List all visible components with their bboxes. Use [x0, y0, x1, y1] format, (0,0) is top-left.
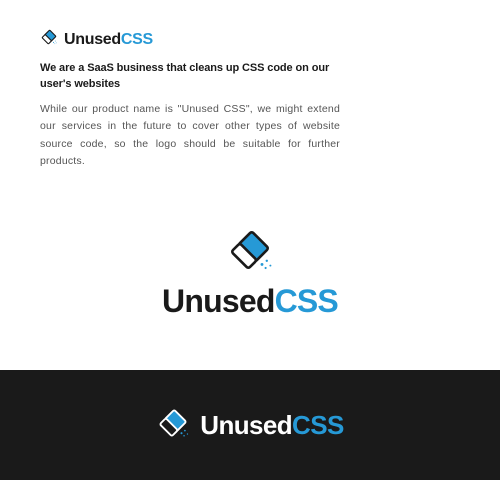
- logo-showcase-dark: UnusedCSS: [0, 370, 500, 480]
- brand-text-large: UnusedCSS: [162, 283, 338, 320]
- brand-second: CSS: [275, 283, 338, 319]
- brand-first: Unused: [64, 31, 121, 48]
- body-text: While our product name is "Unused CSS", …: [40, 101, 340, 170]
- headline-text: We are a SaaS business that cleans up CS…: [40, 61, 340, 93]
- brand-text-bottom: UnusedCSS: [200, 410, 343, 441]
- brand-first: Unused: [162, 283, 275, 319]
- logo-showcase-light: UnusedCSS: [0, 198, 500, 370]
- eraser-icon: [40, 28, 58, 51]
- eraser-icon: [226, 226, 274, 279]
- brand-text-small: UnusedCSS: [64, 31, 153, 49]
- brand-second: CSS: [121, 31, 153, 48]
- brand-first: Unused: [200, 410, 292, 440]
- large-logo: UnusedCSS: [162, 226, 338, 320]
- description-panel: UnusedCSS We are a SaaS business that cl…: [0, 0, 380, 198]
- eraser-icon: [156, 406, 190, 445]
- small-logo: UnusedCSS: [40, 28, 340, 51]
- brand-second: CSS: [292, 410, 344, 440]
